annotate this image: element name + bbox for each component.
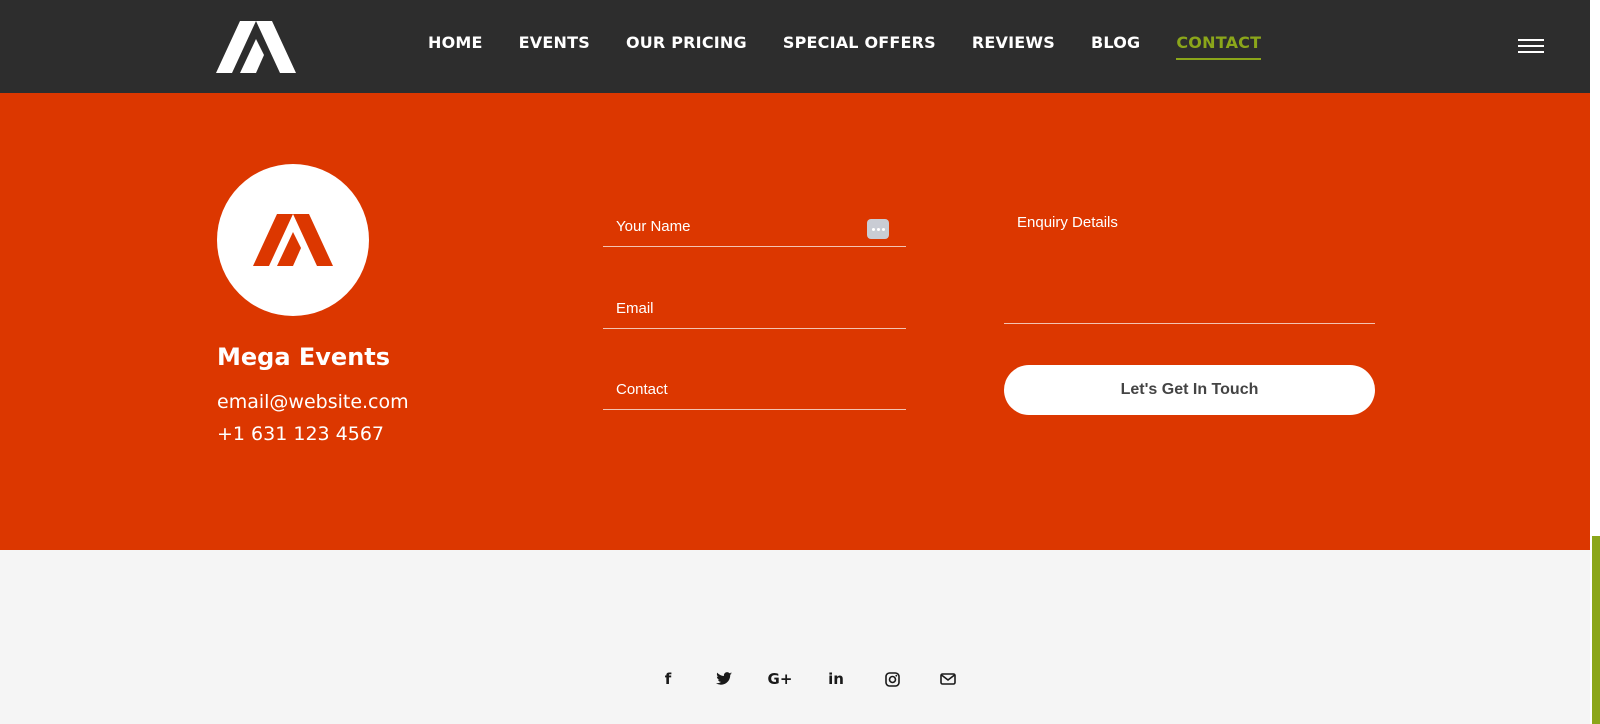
autofill-menu-icon[interactable] [867, 219, 889, 239]
brand-email[interactable]: email@website.com [217, 391, 409, 413]
name-input[interactable] [603, 207, 906, 246]
brand-phone[interactable]: +1 631 123 4567 [217, 423, 384, 445]
google-plus-icon[interactable]: G+ [752, 667, 808, 691]
name-field-wrapper [603, 207, 906, 247]
contact-field-wrapper [603, 370, 906, 410]
email-input[interactable] [603, 289, 906, 328]
linkedin-icon[interactable]: in [808, 667, 864, 691]
mega-events-logo-icon[interactable] [216, 21, 296, 73]
nav-home[interactable]: HOME [428, 33, 483, 60]
nav-reviews[interactable]: REVIEWS [972, 33, 1055, 60]
email-field-wrapper [603, 289, 906, 329]
contact-input[interactable] [603, 370, 906, 409]
scrollbar-thumb[interactable] [1592, 536, 1600, 724]
facebook-icon[interactable]: f [640, 667, 696, 691]
enquiry-field-wrapper [1004, 204, 1375, 324]
enquiry-details-textarea[interactable] [1004, 204, 1375, 323]
twitter-icon[interactable] [696, 667, 752, 691]
mega-events-logo-icon [253, 214, 333, 266]
submit-button[interactable]: Let's Get In Touch [1004, 365, 1375, 415]
hamburger-menu-icon[interactable] [1518, 39, 1544, 55]
nav-blog[interactable]: BLOG [1091, 33, 1140, 60]
instagram-icon[interactable] [864, 667, 920, 691]
nav-contact[interactable]: CONTACT [1176, 33, 1262, 60]
page: HOME EVENTS OUR PRICING SPECIAL OFFERS R… [0, 0, 1600, 724]
envelope-icon[interactable] [920, 667, 976, 691]
site-footer: f G+ in [0, 550, 1590, 724]
contact-section: Mega Events email@website.com +1 631 123… [0, 93, 1590, 550]
brand-avatar [217, 164, 369, 316]
main-nav: HOME EVENTS OUR PRICING SPECIAL OFFERS R… [428, 33, 1297, 60]
site-header: HOME EVENTS OUR PRICING SPECIAL OFFERS R… [0, 0, 1590, 93]
social-links: f G+ in [640, 667, 976, 691]
nav-events[interactable]: EVENTS [519, 33, 590, 60]
page-scrollbar[interactable] [1590, 0, 1600, 724]
brand-name: Mega Events [217, 343, 391, 371]
nav-our-pricing[interactable]: OUR PRICING [626, 33, 747, 60]
nav-special-offers[interactable]: SPECIAL OFFERS [783, 33, 936, 60]
